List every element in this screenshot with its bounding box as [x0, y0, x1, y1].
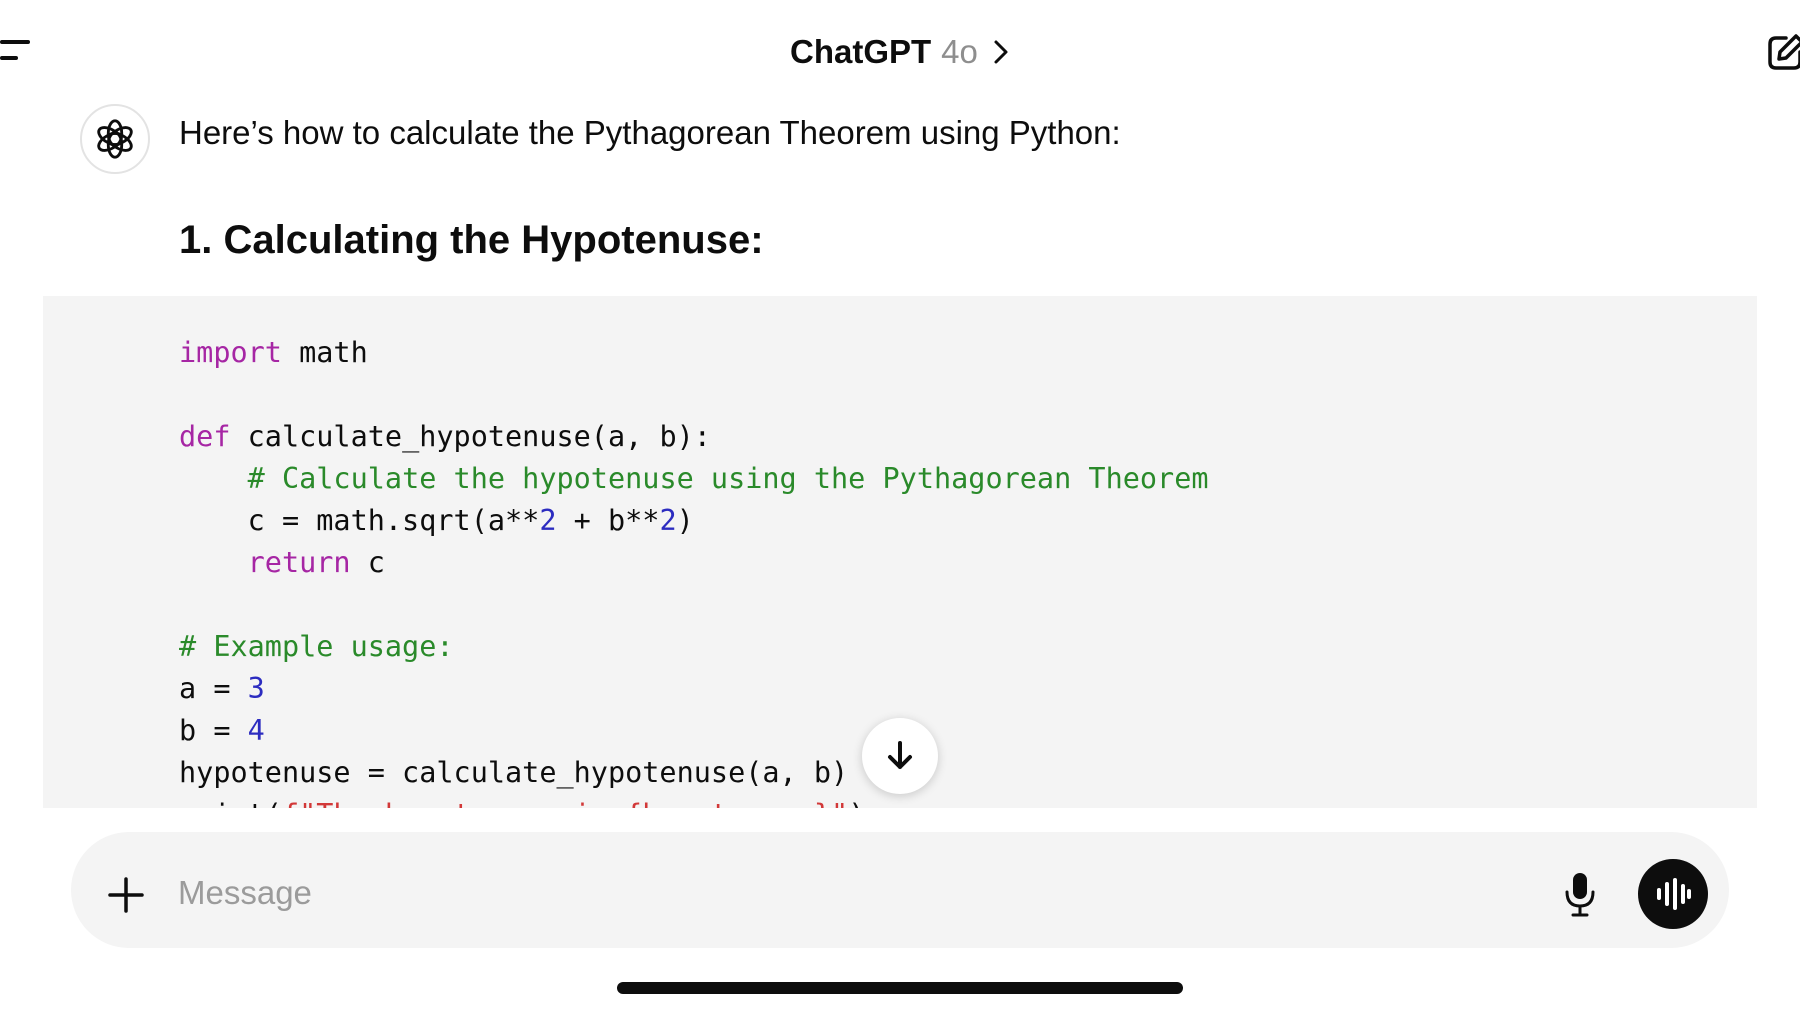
code-token: b = [179, 714, 248, 747]
code-line: # Calculate the hypotenuse using the Pyt… [179, 458, 1209, 500]
code-token: ) [848, 798, 865, 808]
code-token: import [179, 336, 282, 369]
code-line: a = 3 [179, 668, 1209, 710]
code-line: import math [179, 332, 1209, 374]
code-line: print(f"The hypotenuse is {hypotenuse}") [179, 794, 1209, 808]
code-token: math [281, 336, 368, 369]
code-token: calculate_hypotenuse(a, b): [230, 420, 711, 453]
message-input[interactable] [178, 862, 1528, 924]
mic-icon[interactable] [1562, 870, 1598, 918]
code-token: print( [179, 798, 282, 808]
code-token: return [247, 546, 351, 579]
new-chat-icon[interactable] [1766, 32, 1800, 72]
home-indicator [617, 982, 1183, 994]
code-token: c = math.sqrt(a** [179, 504, 540, 537]
model-name: 4o [941, 33, 978, 70]
menu-icon[interactable] [0, 40, 34, 64]
code-line: def calculate_hypotenuse(a, b): [179, 416, 1209, 458]
code-token: hypotenuse = calculate_hypotenuse(a, b) [179, 756, 849, 789]
code-token: # Example usage: [179, 630, 454, 663]
assistant-intro-text: Here’s how to calculate the Pythagorean … [179, 114, 1121, 151]
code-token: 4 [247, 714, 265, 747]
openai-logo-icon [97, 119, 133, 159]
app-title: ChatGPT [790, 33, 932, 70]
code-line: # Example usage: [179, 626, 1209, 668]
code-token: + b** [556, 504, 660, 537]
code-token: f"The hypotenuse is {hypotenuse}" [282, 798, 848, 808]
code-token: def [179, 420, 231, 453]
code-line: b = 4 [179, 710, 1209, 752]
top-bar: ChatGPT 4o [0, 0, 1800, 100]
code-line: hypotenuse = calculate_hypotenuse(a, b) [179, 752, 1209, 794]
code-token: 3 [247, 672, 265, 705]
arrow-down-icon [888, 741, 912, 769]
code-line: c = math.sqrt(a**2 + b**2) [179, 500, 1209, 542]
model-selector[interactable]: ChatGPT 4o [790, 30, 1010, 74]
code-line: return c [179, 542, 1209, 584]
code-token: a = [179, 672, 248, 705]
scroll-to-bottom-button[interactable] [862, 718, 938, 794]
section-heading: 1. Calculating the Hypotenuse: [179, 218, 764, 262]
code-token: 2 [539, 504, 557, 537]
voice-mode-icon [1657, 878, 1691, 910]
code-token: 2 [659, 504, 677, 537]
chevron-right-icon [994, 40, 1008, 64]
assistant-avatar [80, 104, 150, 174]
voice-mode-button[interactable] [1638, 859, 1708, 929]
code-token: ) [676, 504, 694, 537]
code-token: c [350, 546, 385, 579]
code-token: # Calculate the hypotenuse using the Pyt… [247, 462, 1209, 495]
plus-icon[interactable] [106, 875, 146, 915]
code-content: import math def calculate_hypotenuse(a, … [179, 332, 1209, 808]
